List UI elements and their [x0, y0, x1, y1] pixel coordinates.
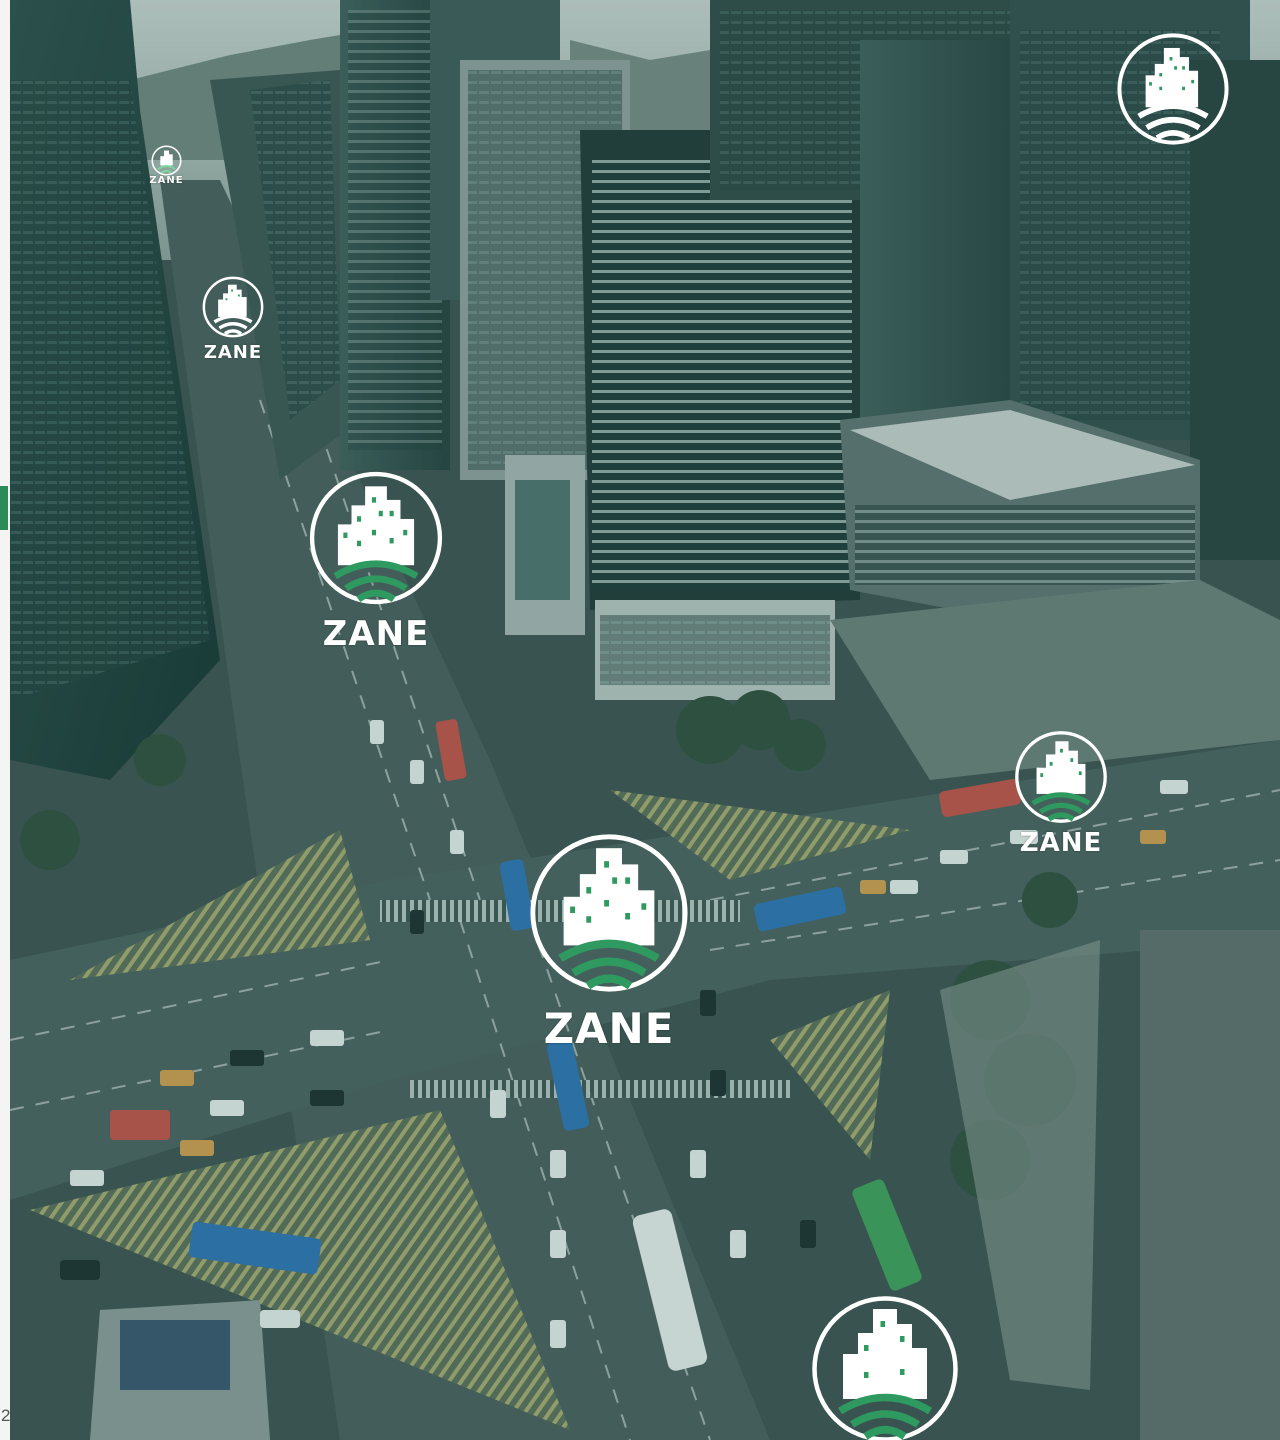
city-skyline-wifi-icon — [812, 1296, 958, 1440]
zane-logo-small: ZANE — [202, 276, 264, 364]
zane-logo-top-right — [1116, 32, 1230, 146]
zane-logo-center-main: ZANE — [528, 832, 690, 1054]
zane-logo-far-small: ZANE — [149, 145, 184, 190]
city-skyline-wifi-icon — [530, 834, 688, 992]
zane-wordmark: ZANE — [149, 175, 184, 186]
page-margin — [0, 0, 10, 1440]
city-skyline-wifi-icon — [309, 471, 443, 605]
city-skyline-wifi-icon — [151, 145, 182, 176]
city-skyline-wifi-icon — [1015, 731, 1107, 823]
zane-wordmark: ZANE — [203, 342, 263, 363]
zane-wordmark: ZANE — [1019, 828, 1103, 858]
city-intersection-illustration — [10, 0, 1280, 1440]
city-aerial-photo — [10, 0, 1280, 1440]
zane-logo-center-left: ZANE — [308, 470, 444, 656]
city-skyline-wifi-icon — [1117, 33, 1229, 145]
zane-wordmark: ZANE — [322, 614, 430, 654]
zane-logo-right: ZANE — [1014, 730, 1108, 858]
zane-logo-bottom-right — [810, 1294, 960, 1440]
page-accent-bar — [0, 486, 8, 530]
city-skyline-wifi-icon — [202, 276, 264, 338]
zane-wordmark: ZANE — [543, 1004, 675, 1053]
